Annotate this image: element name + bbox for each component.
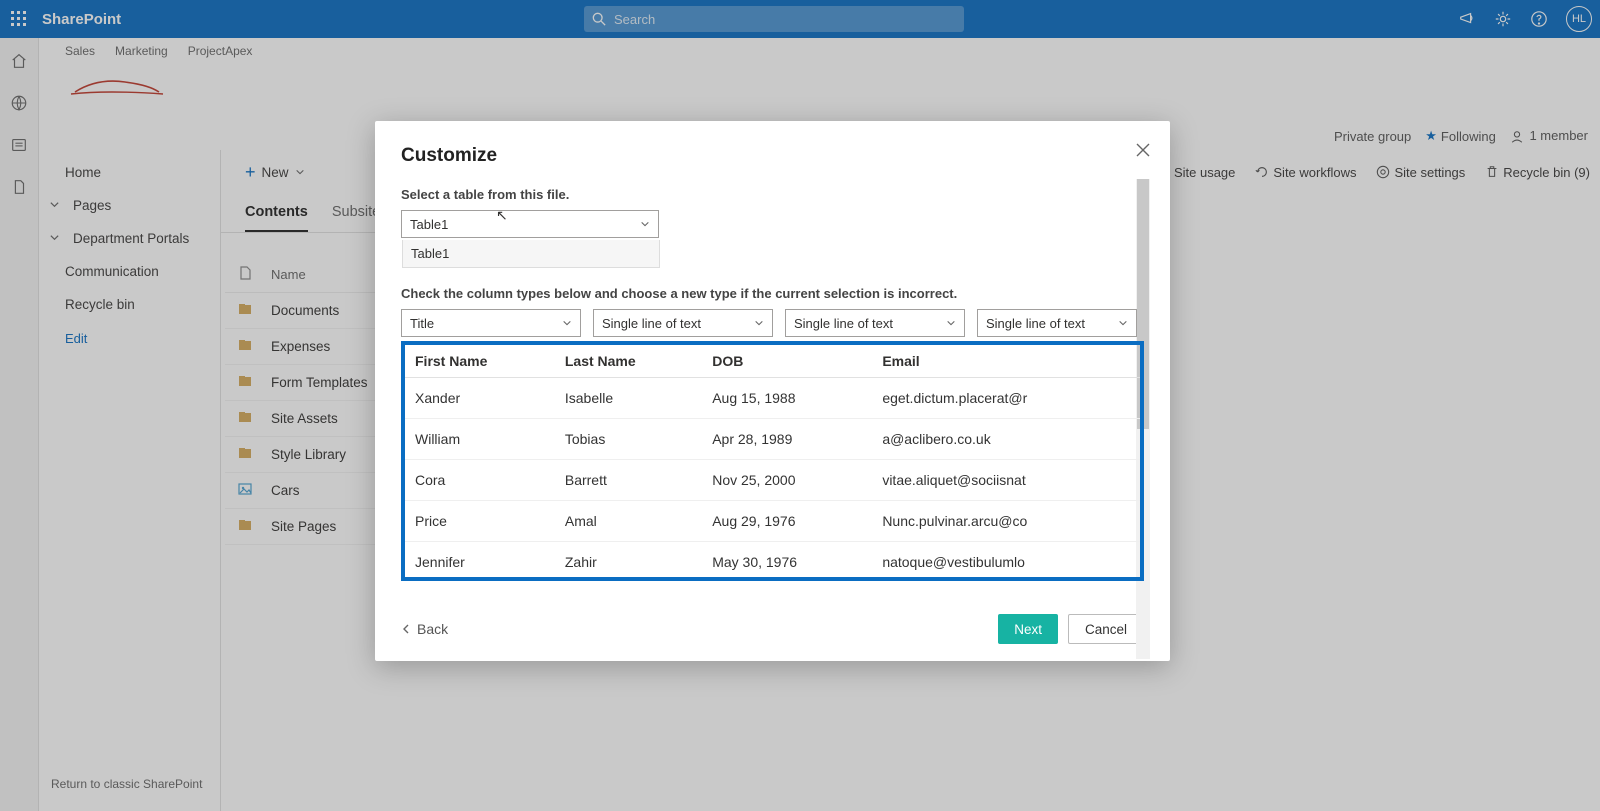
close-button[interactable] <box>1136 143 1150 160</box>
coltype-dropdown-2[interactable]: Single line of text <box>785 309 965 337</box>
next-button[interactable]: Next <box>998 614 1058 644</box>
cancel-button[interactable]: Cancel <box>1068 614 1144 644</box>
cursor-icon: ↖ <box>496 207 508 224</box>
preview-grid: First Name Last Name DOB Email XanderIsa… <box>401 341 1144 581</box>
table-dropdown-option[interactable]: Table1 <box>402 240 660 268</box>
check-columns-label: Check the column types below and choose … <box>401 286 1144 301</box>
close-icon <box>1136 143 1150 157</box>
table-dropdown-value: Table1 <box>410 217 448 232</box>
chevron-down-icon <box>946 316 956 331</box>
grid-header-dob[interactable]: DOB <box>702 345 872 378</box>
grid-row: WilliamTobiasApr 28, 1989a@aclibero.co.u… <box>405 419 1140 460</box>
grid-row: XanderIsabelleAug 15, 1988eget.dictum.pl… <box>405 378 1140 419</box>
select-table-label: Select a table from this file. <box>401 187 1144 202</box>
grid-row: CoraBarrettNov 25, 2000vitae.aliquet@soc… <box>405 460 1140 501</box>
dialog-title: Customize <box>401 145 1144 167</box>
chevron-down-icon <box>640 217 650 232</box>
chevron-down-icon <box>1118 316 1128 331</box>
dialog-footer: Back Next Cancel <box>375 597 1170 661</box>
coltype-dropdown-1[interactable]: Single line of text <box>593 309 773 337</box>
chevron-left-icon <box>401 624 411 634</box>
coltype-dropdown-0[interactable]: Title <box>401 309 581 337</box>
customize-dialog: Customize Select a table from this file.… <box>375 121 1170 661</box>
chevron-down-icon <box>562 316 572 331</box>
grid-header-lastname[interactable]: Last Name <box>555 345 702 378</box>
grid-header-email[interactable]: Email <box>872 345 1140 378</box>
chevron-down-icon <box>754 316 764 331</box>
grid-header-firstname[interactable]: First Name <box>405 345 555 378</box>
table-dropdown[interactable]: Table1 ↖ Table1 <box>401 210 659 238</box>
coltype-dropdown-3[interactable]: Single line of text <box>977 309 1137 337</box>
grid-row: JenniferZahirMay 30, 1976natoque@vestibu… <box>405 542 1140 582</box>
back-button[interactable]: Back <box>401 621 448 637</box>
grid-row: PriceAmalAug 29, 1976Nunc.pulvinar.arcu@… <box>405 501 1140 542</box>
